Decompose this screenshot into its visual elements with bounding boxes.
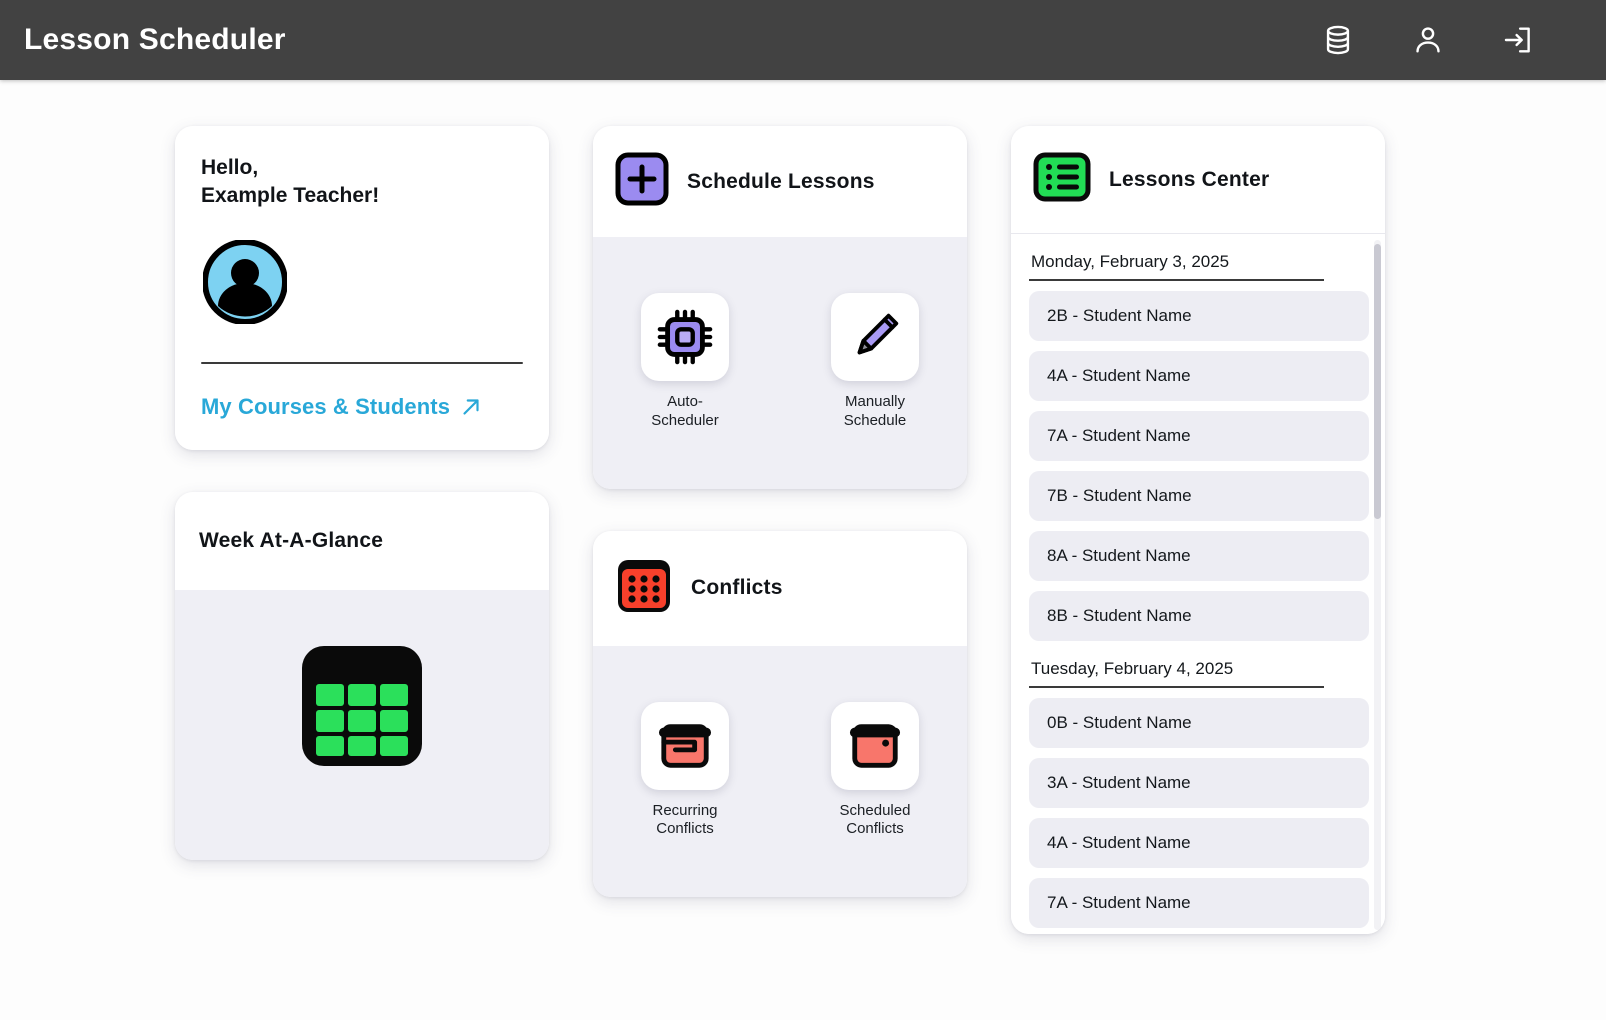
manually-schedule-tile[interactable]: Manually Schedule	[819, 293, 931, 431]
arrow-up-right-icon	[458, 394, 484, 420]
greeting-text: Hello, Example Teacher!	[201, 154, 523, 210]
week-at-a-glance-title: Week At-A-Glance	[199, 529, 383, 553]
lesson-row[interactable]: 8B - Student Name	[1029, 591, 1369, 641]
lesson-row[interactable]: 4A - Student Name	[1029, 818, 1369, 868]
my-courses-and-students-label: My Courses & Students	[201, 394, 450, 420]
scheduled-conflicts-tile[interactable]: Scheduled Conflicts	[819, 702, 931, 840]
cpu-chip-icon	[641, 293, 729, 381]
conflicts-header: Conflicts	[593, 531, 967, 646]
column-right: Lessons Center Monday, February 3, 2025 2…	[1011, 126, 1385, 934]
week-at-a-glance-body	[175, 590, 549, 860]
conflicts-title: Conflicts	[691, 576, 783, 600]
schedule-lessons-title: Schedule Lessons	[687, 170, 875, 194]
lessons-list: Monday, February 3, 2025 2B - Student Nam…	[1029, 240, 1369, 934]
auto-scheduler-label: Auto- Scheduler	[629, 393, 741, 431]
lesson-row[interactable]: 8A - Student Name	[1029, 531, 1369, 581]
schedule-lessons-tiles: Auto- Scheduler Manually Schedule	[615, 283, 945, 431]
conflicts-body: Recurring Conflicts Scheduled Conflict	[593, 646, 967, 898]
lessons-center-title: Lessons Center	[1109, 168, 1269, 192]
schedule-lessons-header: Schedule Lessons	[593, 126, 967, 237]
plus-square-icon	[615, 152, 669, 211]
user-icon[interactable]	[1408, 20, 1448, 60]
week-at-a-glance-card: Week At-A-Glance	[175, 492, 549, 860]
header-actions	[1318, 20, 1578, 60]
app-header: Lesson Scheduler	[0, 0, 1606, 80]
lessons-center-card: Lessons Center Monday, February 3, 2025 2…	[1011, 126, 1385, 934]
scheduled-conflicts-label: Scheduled Conflicts	[819, 802, 931, 840]
lesson-row[interactable]: 2B - Student Name	[1029, 291, 1369, 341]
lessons-scrollbar-thumb[interactable]	[1374, 244, 1381, 519]
app-title: Lesson Scheduler	[24, 23, 286, 57]
lesson-row[interactable]: 7A - Student Name	[1029, 411, 1369, 461]
table-grid-icon[interactable]	[197, 620, 527, 794]
scheduled-conflict-icon	[831, 702, 919, 790]
greeting-line-1: Hello,	[201, 154, 523, 182]
greeting-line-2: Example Teacher!	[201, 182, 523, 210]
lesson-row[interactable]: 7B - Student Name	[1029, 471, 1369, 521]
dashboard-board: Hello, Example Teacher! My Courses & Stu…	[0, 80, 1606, 1020]
lesson-day-header: Tuesday, February 4, 2025	[1029, 647, 1324, 688]
my-courses-and-students-link[interactable]: My Courses & Students	[201, 394, 523, 420]
conflicts-tiles: Recurring Conflicts Scheduled Conflict	[615, 692, 945, 840]
lesson-row[interactable]: 7A - Student Name	[1029, 878, 1369, 928]
login-icon[interactable]	[1498, 20, 1538, 60]
list-icon	[1033, 152, 1091, 207]
lesson-row[interactable]: 4A - Student Name	[1029, 351, 1369, 401]
auto-scheduler-tile[interactable]: Auto- Scheduler	[629, 293, 741, 431]
lesson-row[interactable]: 3A - Student Name	[1029, 758, 1369, 808]
schedule-lessons-card: Schedule Lessons	[593, 126, 967, 489]
divider	[201, 362, 523, 364]
lesson-day-header: Monday, February 3, 2025	[1029, 240, 1324, 281]
recurring-conflicts-label: Recurring Conflicts	[629, 802, 741, 840]
lessons-list-scroll-area[interactable]: Monday, February 3, 2025 2B - Student Nam…	[1011, 234, 1385, 934]
avatar	[203, 240, 287, 324]
column-middle: Schedule Lessons	[593, 126, 967, 897]
calendar-dots-icon	[615, 557, 673, 620]
database-icon[interactable]	[1318, 20, 1358, 60]
lesson-row[interactable]: 0B - Student Name	[1029, 698, 1369, 748]
week-at-a-glance-header: Week At-A-Glance	[175, 492, 549, 590]
conflicts-card: Conflicts Recurring Co	[593, 531, 967, 898]
column-left: Hello, Example Teacher! My Courses & Stu…	[175, 126, 549, 860]
recurring-conflicts-tile[interactable]: Recurring Conflicts	[629, 702, 741, 840]
pencil-icon	[831, 293, 919, 381]
manually-schedule-label: Manually Schedule	[819, 393, 931, 431]
schedule-lessons-body: Auto- Scheduler Manually Schedule	[593, 237, 967, 489]
greeting-card-body: Hello, Example Teacher! My Courses & Stu…	[175, 126, 549, 450]
app-root: Lesson Scheduler	[0, 0, 1606, 1020]
lessons-center-header: Lessons Center	[1011, 126, 1385, 234]
greeting-card: Hello, Example Teacher! My Courses & Stu…	[175, 126, 549, 450]
recurring-conflict-icon	[641, 702, 729, 790]
